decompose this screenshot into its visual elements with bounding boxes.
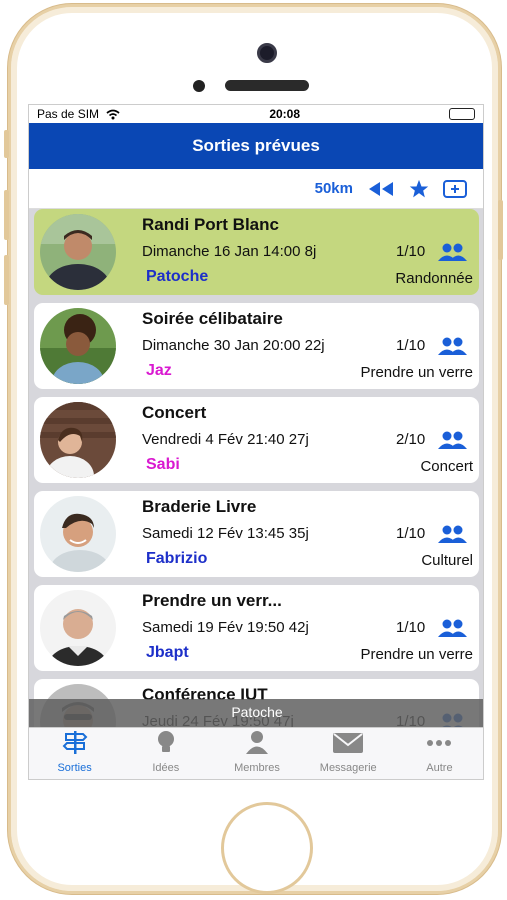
participants-icon[interactable]: [436, 618, 468, 643]
event-date: Samedi 19 Fév 19:50 42j: [142, 619, 309, 636]
event-category: Randonnée: [395, 270, 473, 287]
event-title: Soirée célibataire: [142, 309, 283, 328]
event-category: Prendre un verre: [360, 364, 473, 381]
rewind-icon[interactable]: [367, 181, 395, 197]
tab-autre[interactable]: Autre: [394, 728, 483, 779]
event-category: Prendre un verre: [360, 646, 473, 663]
event-date: Samedi 12 Fév 13:45 35j: [142, 525, 309, 542]
tab-label: Membres: [234, 762, 280, 774]
event-organizer[interactable]: Patoche: [146, 268, 208, 286]
proximity-sensor: [193, 80, 205, 92]
wifi-icon: [106, 109, 120, 120]
front-camera: [257, 43, 277, 63]
avatar: [40, 496, 116, 572]
power-button: [498, 200, 503, 260]
tab-sorties[interactable]: Sorties: [29, 728, 120, 779]
tab-bar: Sorties Idées Membres Messagerie Autre: [29, 727, 483, 779]
page-title: Sorties prévues: [192, 136, 320, 155]
event-card[interactable]: Soirée célibataire Dimanche 30 Jan 20:00 …: [34, 303, 479, 389]
event-card[interactable]: Concert Vendredi 4 Fév 21:40 27j 2/10 Sabi C…: [34, 397, 479, 483]
signpost-icon: [61, 729, 89, 762]
participant-count: 1/10: [396, 619, 426, 636]
participants-icon[interactable]: [436, 336, 468, 361]
lightbulb-icon: [154, 729, 178, 762]
carrier-label: Pas de SIM: [37, 107, 100, 121]
event-organizer[interactable]: Jaz: [146, 362, 172, 380]
event-card[interactable]: Prendre un verr... Samedi 19 Fév 19:50 42…: [34, 585, 479, 671]
avatar: [40, 402, 116, 478]
avatar: [40, 590, 116, 666]
event-card[interactable]: Randi Port Blanc Dimanche 16 Jan 14:00 8j…: [34, 209, 479, 295]
tab-membres[interactable]: Membres: [211, 728, 302, 779]
event-organizer[interactable]: Jbapt: [146, 644, 189, 662]
participant-count: 1/10: [396, 525, 426, 542]
volume-down-button: [4, 255, 9, 305]
event-title: Concert: [142, 403, 207, 422]
tab-label: Messagerie: [319, 762, 377, 774]
participant-count: 1/10: [396, 243, 426, 260]
event-card[interactable]: Braderie Livre Samedi 12 Fév 13:45 35j 1/1…: [34, 491, 479, 577]
event-category: Culturel: [421, 552, 473, 569]
tab-messagerie[interactable]: Messagerie: [303, 728, 394, 779]
event-title: Braderie Livre: [142, 497, 257, 516]
star-icon[interactable]: [409, 179, 429, 199]
event-organizer[interactable]: Fabrizio: [146, 550, 207, 568]
add-event-icon[interactable]: [443, 179, 467, 198]
event-date: Dimanche 30 Jan 20:00 22j: [142, 337, 325, 354]
status-bar: Pas de SIM 20:08: [29, 105, 483, 123]
toast-message: Patoche: [29, 699, 483, 729]
event-title: Randi Port Blanc: [142, 215, 279, 234]
event-organizer[interactable]: Sabi: [146, 456, 180, 474]
event-date: Vendredi 4 Fév 21:40 27j: [142, 431, 309, 448]
tab-label: Autre: [426, 762, 453, 774]
app-screen: Pas de SIM 20:08 Sorties prévues 50km Ra…: [28, 104, 484, 780]
navigation-bar: Sorties prévues: [29, 123, 483, 169]
status-time: 20:08: [269, 107, 301, 121]
tab-label: Sorties: [57, 762, 92, 774]
person-icon: [244, 729, 270, 762]
event-category: Concert: [420, 458, 473, 475]
tab-label: Idées: [152, 762, 180, 774]
participants-icon[interactable]: [436, 242, 468, 267]
volume-up-button: [4, 190, 9, 240]
envelope-icon: [332, 731, 364, 762]
more-icon: [425, 731, 453, 762]
filter-toolbar: 50km: [29, 169, 483, 209]
battery-icon: [448, 108, 475, 120]
distance-filter-button[interactable]: 50km: [315, 180, 353, 197]
event-list: Randi Port Blanc Dimanche 16 Jan 14:00 8j…: [29, 209, 483, 729]
participant-count: 1/10: [396, 337, 426, 354]
participant-count: 2/10: [396, 431, 426, 448]
avatar: [40, 214, 116, 290]
tab-idées[interactable]: Idées: [120, 728, 211, 779]
event-title: Prendre un verr...: [142, 591, 282, 610]
home-button[interactable]: [221, 802, 313, 894]
earpiece-speaker: [225, 80, 309, 91]
participants-icon[interactable]: [436, 524, 468, 549]
participants-icon[interactable]: [436, 430, 468, 455]
avatar: [40, 308, 116, 384]
event-date: Dimanche 16 Jan 14:00 8j: [142, 243, 317, 260]
mute-switch: [4, 130, 9, 158]
